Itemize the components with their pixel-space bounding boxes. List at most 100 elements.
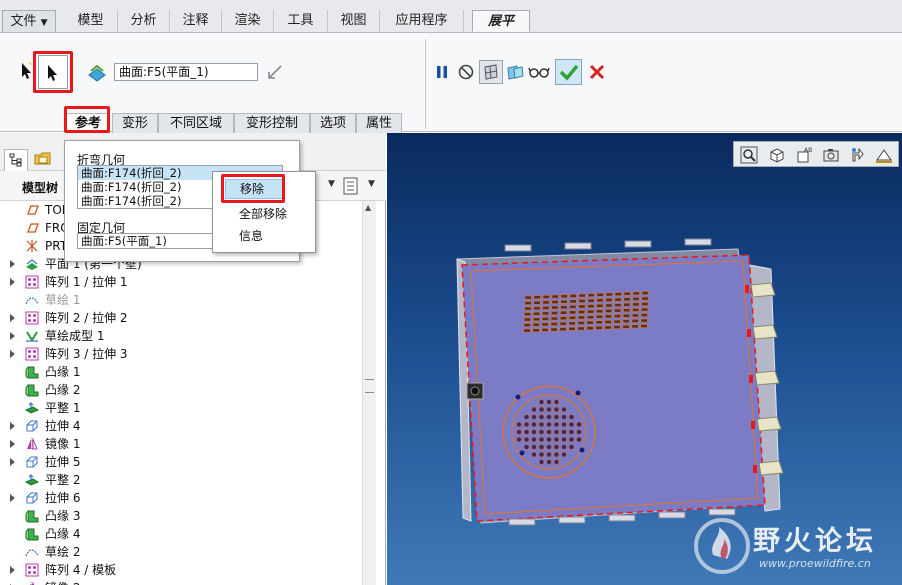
context-remove-all-item[interactable]: 全部移除 — [239, 205, 287, 222]
graphics-viewport[interactable]: AB 野火论坛 www.proewildfire.cn — [387, 133, 902, 585]
pattern-icon — [25, 563, 39, 577]
vent-hole — [553, 459, 560, 465]
expand-arrow-icon[interactable] — [10, 566, 15, 574]
tree-filter-chevron-icon[interactable]: ▼ — [328, 179, 335, 189]
subtab-deformation-control[interactable]: 变形控制 — [234, 113, 310, 133]
vent-hole — [531, 414, 537, 420]
subtab-options[interactable]: 选项 — [310, 113, 356, 133]
coordinate-system-icon — [26, 240, 38, 252]
sketch-icon — [25, 297, 39, 305]
preview-mesh-button[interactable] — [479, 60, 503, 84]
file-menu[interactable]: 文件 ▼ — [2, 10, 56, 32]
model-tree-tab[interactable] — [4, 149, 28, 171]
tab-model[interactable]: 模型 — [64, 10, 118, 32]
vent-slot — [533, 306, 541, 311]
scroll-up-arrow[interactable]: ▲ — [365, 203, 371, 212]
vent-slot — [568, 315, 576, 320]
glasses-icon[interactable] — [528, 65, 550, 79]
vent-slot — [577, 315, 585, 320]
highlight-box-select — [33, 51, 73, 93]
folder-icon — [34, 152, 51, 165]
pause-icon[interactable] — [435, 64, 449, 80]
vent-slot — [523, 317, 531, 322]
expand-arrow-icon[interactable] — [10, 332, 15, 340]
vent-slot — [551, 311, 559, 315]
tab-render[interactable]: 渲染 — [222, 10, 274, 32]
vent-hole — [561, 451, 567, 458]
expand-arrow-icon[interactable] — [10, 278, 15, 286]
sketch-icon — [25, 549, 39, 557]
vent-slot — [559, 316, 567, 321]
vent-slot — [622, 319, 630, 324]
tree-settings-list-icon[interactable] — [343, 177, 359, 195]
model-tree-item-label: 平整 1 — [45, 401, 81, 415]
vent-slot — [533, 311, 541, 316]
cancel-icon[interactable] — [589, 64, 605, 80]
tab-flatten[interactable]: 展平 — [472, 10, 530, 32]
vent-slot — [640, 313, 648, 317]
subtab-properties[interactable]: 属性 — [356, 113, 402, 133]
accept-button[interactable] — [555, 59, 582, 85]
context-info-item[interactable]: 信息 — [239, 227, 263, 244]
vent-slot — [596, 298, 604, 303]
vent-slot — [568, 321, 576, 326]
model-tree-item-label: 镜像 2 — [45, 579, 80, 585]
surface-select-icon[interactable] — [86, 61, 108, 83]
expand-arrow-icon[interactable] — [10, 260, 15, 268]
vent-hole — [531, 451, 537, 458]
vent-slot — [587, 304, 595, 309]
vent-hole — [531, 444, 537, 450]
tree-scrollbar[interactable]: ▲ — [362, 201, 376, 585]
select-cursor-icon[interactable] — [20, 61, 34, 81]
vent-hole — [538, 436, 545, 443]
expand-arrow-icon[interactable] — [10, 494, 15, 502]
tab-view[interactable]: 视图 — [328, 10, 380, 32]
vent-slot — [613, 325, 621, 330]
tab-analysis[interactable]: 分析 — [118, 10, 170, 32]
subtab-different-regions[interactable]: 不同区域 — [158, 113, 234, 133]
vent-hole — [568, 444, 575, 450]
tree-settings-chevron-icon[interactable]: ▼ — [368, 179, 375, 189]
verify-preview-icon[interactable] — [505, 63, 525, 81]
vent-slot — [587, 309, 595, 314]
tab-applications[interactable]: 应用程序 — [380, 10, 464, 32]
model-tree-item-label: 凸缘 1 — [45, 365, 81, 379]
vent-slot — [631, 313, 639, 318]
model-tree-item-label: 阵列 1 / 拉伸 1 — [45, 275, 128, 289]
vent-hole — [561, 429, 567, 435]
vent-hole — [531, 429, 537, 435]
vent-hole — [538, 451, 545, 458]
vent-slot — [578, 304, 586, 309]
subtab-deformation[interactable]: 变形 — [112, 113, 158, 133]
scroll-thumb[interactable] — [365, 379, 374, 393]
vent-hole — [561, 444, 567, 450]
vent-slot — [586, 320, 594, 325]
vent-slot — [623, 297, 631, 302]
tree-icon — [9, 153, 22, 167]
flip-direction-icon[interactable] — [266, 63, 284, 81]
model-tree-item-label: 拉伸 4 — [45, 419, 81, 433]
expand-arrow-icon[interactable] — [10, 422, 15, 430]
vent-hole — [553, 444, 560, 450]
vent-slot — [542, 306, 550, 310]
tab-tools[interactable]: 工具 — [274, 10, 328, 32]
vent-hole — [546, 406, 552, 413]
tab-annotate[interactable]: 注释 — [170, 10, 222, 32]
folder-browser-tab[interactable] — [30, 149, 56, 171]
surface-reference-field[interactable]: 曲面:F5(平面_1) — [114, 63, 258, 81]
model-tree-item-label: 凸缘 2 — [45, 383, 81, 397]
expand-arrow-icon[interactable] — [10, 350, 15, 358]
expand-arrow-icon[interactable] — [10, 314, 15, 322]
expand-arrow-icon[interactable] — [10, 458, 15, 466]
model-tree-item-label: 镜像 1 — [45, 437, 81, 451]
sketch-form-icon — [26, 331, 38, 342]
vent-hole — [531, 436, 537, 443]
vent-hole — [523, 436, 530, 443]
no-preview-icon[interactable] — [457, 63, 475, 81]
fire-logo-icon — [694, 518, 750, 574]
model-tree-item-label: 拉伸 5 — [45, 455, 81, 469]
vent-slot — [559, 321, 567, 326]
check-icon — [559, 64, 579, 81]
expand-arrow-icon[interactable] — [10, 440, 15, 448]
vent-slot — [551, 305, 559, 310]
